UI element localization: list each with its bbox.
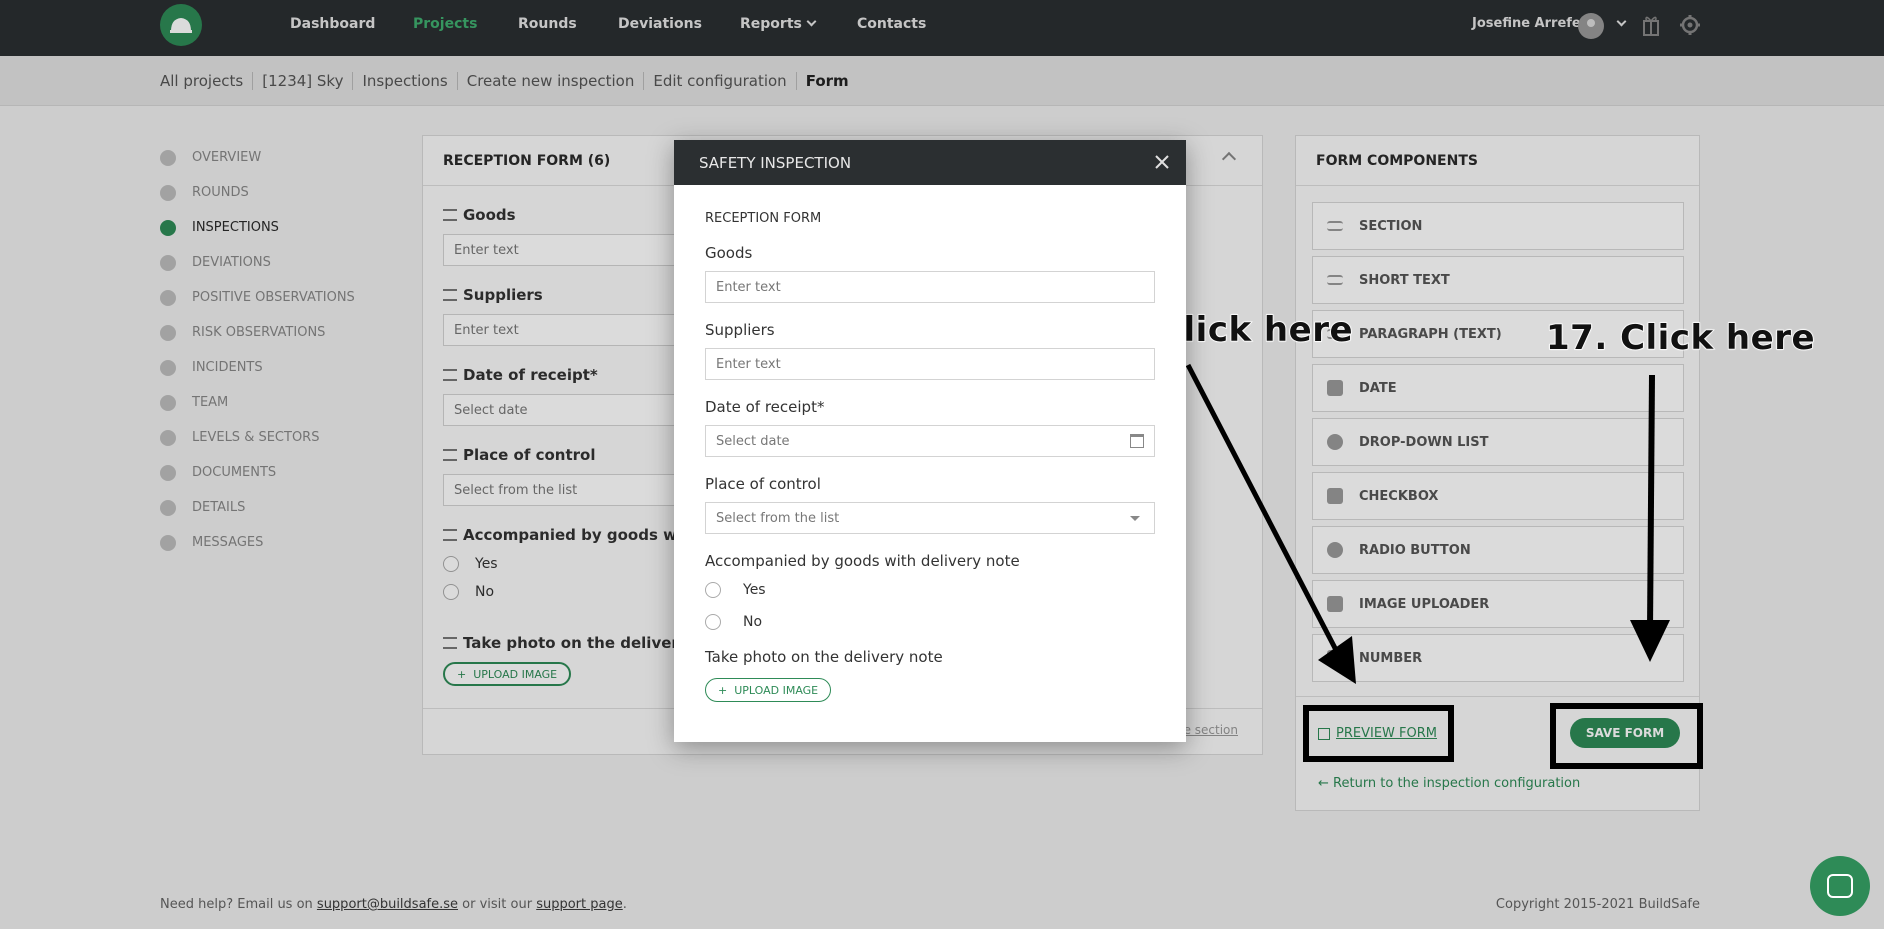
- upload-label: UPLOAD IMAGE: [734, 683, 819, 697]
- modal-place-select[interactable]: Select from the list: [705, 502, 1155, 534]
- annotation-step-17: 17. Click here: [1545, 317, 1816, 359]
- calendar-icon: [1130, 434, 1144, 448]
- modal-title: SAFETY INSPECTION: [674, 140, 1186, 185]
- copyright: Copyright 2015-2021 BuildSafe: [1495, 897, 1700, 912]
- place-placeholder: Select from the list: [716, 511, 840, 526]
- modal-date-input[interactable]: Select date: [705, 425, 1155, 457]
- caret-down-icon: [1130, 516, 1140, 521]
- preview-modal: SAFETY INSPECTION RECEPTION FORM Goods E…: [674, 140, 1186, 742]
- modal-upload-image-button[interactable]: + UPLOAD IMAGE: [705, 678, 832, 702]
- close-icon[interactable]: [1152, 152, 1172, 172]
- radio-no-label: No: [743, 614, 763, 630]
- modal-radio-no[interactable]: No: [705, 614, 1155, 630]
- modal-radio-label: Accompanied by goods with delivery note: [705, 552, 1020, 570]
- support-email-link[interactable]: support@buildsafe.se: [317, 897, 458, 912]
- annotation-box-save: [1550, 703, 1703, 769]
- modal-radio-yes[interactable]: Yes: [705, 582, 1155, 598]
- footer-help: Need help? Email us on support@buildsafe…: [160, 897, 627, 912]
- modal-suppliers-input[interactable]: Enter text: [705, 348, 1155, 380]
- date-placeholder: Select date: [716, 434, 790, 449]
- modal-goods-label: Goods: [705, 244, 753, 262]
- modal-body: RECEPTION FORM Goods Enter text Supplier…: [705, 185, 1155, 702]
- annotation-box-preview: [1303, 705, 1454, 762]
- footer-help-suffix: .: [622, 897, 627, 912]
- modal-goods-input[interactable]: Enter text: [705, 271, 1155, 303]
- modal-section-title: RECEPTION FORM: [705, 211, 822, 226]
- modal-date-label: Date of receipt*: [705, 398, 825, 416]
- modal-suppliers-label: Suppliers: [705, 321, 775, 339]
- modal-photo-label: Take photo on the delivery note: [705, 648, 943, 666]
- footer-help-middle: or visit our: [462, 897, 533, 912]
- radio-yes-label: Yes: [743, 582, 766, 598]
- support-page-link[interactable]: support page: [536, 897, 623, 912]
- footer-help-prefix: Need help? Email us on: [160, 897, 313, 912]
- modal-place-label: Place of control: [705, 475, 821, 493]
- chat-icon: [1827, 874, 1853, 898]
- chat-button[interactable]: [1810, 856, 1870, 916]
